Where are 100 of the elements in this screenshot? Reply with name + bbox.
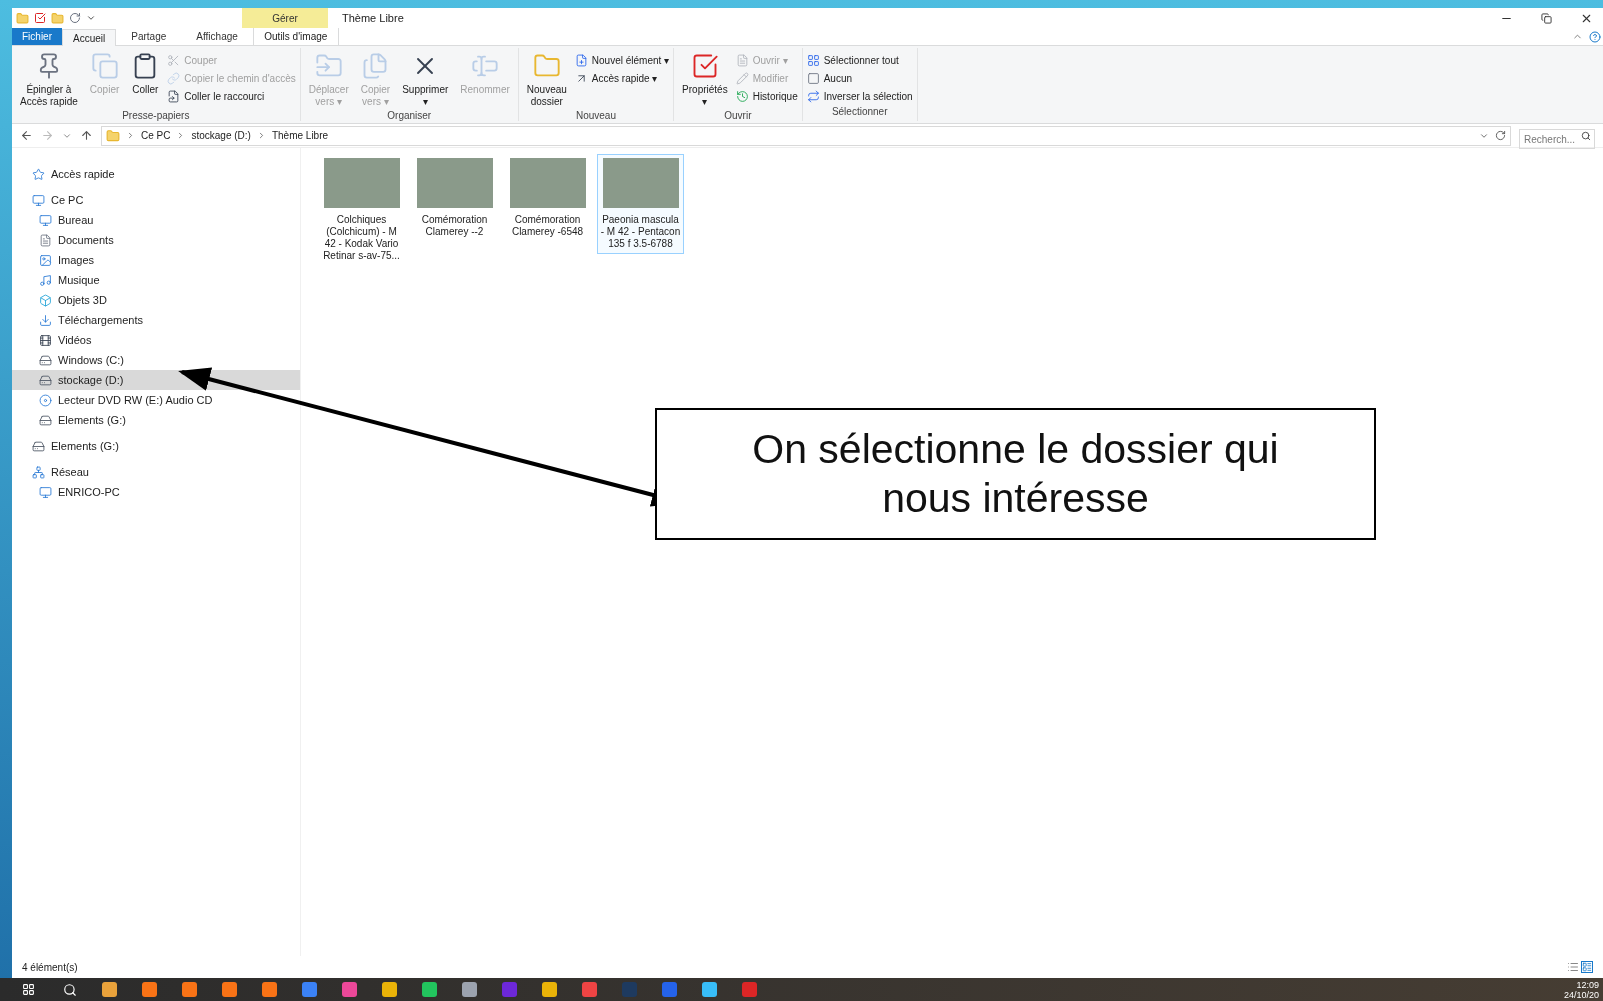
square-icon [806,71,820,85]
ribbon-tab[interactable]: Affichage [181,28,253,45]
disc-icon [39,393,52,407]
back-arrow-icon[interactable] [20,129,33,142]
ribbon-button[interactable]: Coller [127,52,164,96]
breadcrumb[interactable]: stockage (D:) [191,128,251,143]
app-icon[interactable] [502,982,517,997]
ribbon-tab[interactable]: Fichier [12,28,62,45]
clock-time: 12:09 [1576,979,1599,990]
restore-icon[interactable] [1541,12,1552,24]
file-item[interactable]: Paeonia mascula - M 42 - Pentacon 135 f 3.5-6788 [597,154,684,254]
navigation-item[interactable]: Vidéos [12,330,300,350]
app-icon[interactable] [462,982,477,997]
ribbon-tab[interactable]: Accueil [62,29,117,46]
clock-date: 24/10/20 [1563,989,1599,1000]
ribbon-button[interactable]: Nouvel élément ▾ [574,52,670,68]
ribbon-button[interactable]: Propriétés ▾ [678,52,732,108]
ribbon-button[interactable]: Aucun [806,70,913,86]
ribbon-button[interactable]: Inverser la sélection [806,88,913,104]
ribbon-button[interactable]: Accès rapide ▾ [574,70,670,86]
navigation-item[interactable]: Réseau [12,462,300,482]
drive-icon [32,439,45,453]
ribbon-tab[interactable]: Outils d'image [252,28,339,45]
ribbon-group-label: Ouvrir [724,109,752,123]
file-name: Paeonia mascula - M 42 - Pentacon 135 f 3.5-6788 [599,214,682,250]
details-view-icon[interactable] [1567,961,1579,973]
file-item[interactable]: Comémoration Clamerey --2 [411,154,498,242]
navigation-item[interactable]: Téléchargements [12,310,300,330]
breadcrumb[interactable]: Ce PC [141,128,171,143]
app-icon[interactable] [542,982,557,997]
scissors-icon [167,53,181,67]
navigation-item[interactable]: Objets 3D [12,290,300,310]
drive-icon [39,373,52,387]
ribbon-tab[interactable]: Partage [116,28,182,45]
address-bar[interactable]: Ce PC stockage (D:) Thème Libre [101,125,1511,146]
checkbox-icon[interactable] [34,12,46,24]
navigation-item[interactable]: ENRICO-PC [12,482,300,502]
app-icon[interactable] [662,982,677,997]
ribbon-button[interactable]: Épingler à Accès rapide [16,52,82,108]
caret-icon[interactable] [86,13,96,23]
status-text: 4 élément(s) [22,960,78,975]
folder-icon[interactable] [16,11,29,25]
download-arrow-icon [39,313,52,327]
search-icon[interactable] [63,982,77,997]
app-icon[interactable] [702,982,717,997]
folder-icon[interactable] [51,11,64,25]
forward-arrow-icon[interactable] [41,129,54,142]
music-note-icon [39,273,52,287]
shortcut-icon [167,89,181,103]
navigation-item[interactable]: Accès rapide [12,164,300,184]
repeat-icon [806,89,820,103]
star-icon [32,167,45,181]
ribbon-button[interactable]: Historique [735,88,798,104]
navigation-item[interactable]: Windows (C:) [12,350,300,370]
navigation-item[interactable]: Bureau [12,210,300,230]
navigation-item[interactable]: Lecteur DVD RW (E:) Audio CD [12,390,300,410]
app-icon[interactable] [422,982,437,997]
app-icon[interactable] [382,982,397,997]
file-name: Colchiques (Colchicum) - M 42 - Kodak Vario Retinar s-av-75... [322,214,401,262]
app-icon[interactable] [742,982,757,997]
search-field[interactable]: Recherch... [1519,129,1595,149]
app-icon[interactable] [222,982,237,997]
refresh-icon[interactable] [1495,130,1506,141]
ribbon-group-label: Presse-papiers [122,109,190,123]
ribbon-button[interactable]: Coller le raccourci [167,88,296,104]
ribbon-button[interactable]: Sélectionner tout [806,52,913,68]
help-icon[interactable] [1589,30,1601,43]
navigation-item[interactable]: Musique [12,270,300,290]
breadcrumb[interactable]: Thème Libre [271,128,329,143]
file-item[interactable]: Colchiques (Colchicum) - M 42 - Kodak Vario Retinar s-av-75... [318,154,405,266]
app-icon[interactable] [622,982,637,997]
navigation-item[interactable]: Elements (G:) [12,410,300,430]
ribbon-button[interactable]: Supprimer ▾ [398,52,453,108]
windows-icon[interactable] [22,983,35,996]
redo-icon[interactable] [69,12,81,24]
app-icon[interactable] [582,982,597,997]
thumbnail-view-icon[interactable] [1581,961,1593,973]
app-icon[interactable] [302,982,317,997]
navigation-item[interactable]: Ce PC [12,190,300,210]
file-plus-icon [574,53,588,67]
app-icon[interactable] [342,982,357,997]
navigation-item[interactable]: Elements (G:) [12,436,300,456]
annotation-callout: On sélectionne le dossier qui nous intéresse [655,408,1376,540]
navigation-item[interactable]: Documents [12,230,300,250]
file-name: Comémoration Clamerey -6548 [510,214,585,238]
ribbon-button[interactable]: Nouveau dossier [522,52,571,108]
copy-icon [90,52,119,80]
chevron-icon [126,131,135,140]
navigation-item[interactable]: Images [12,250,300,270]
app-icon[interactable] [102,982,117,997]
document-icon [39,233,52,247]
app-icon[interactable] [182,982,197,997]
monitor-icon [32,193,45,207]
ribbon-group-label: Organiser [387,109,432,123]
app-icon[interactable] [262,982,277,997]
up-arrow-icon[interactable] [80,129,93,142]
folder-icon [106,128,120,143]
navigation-item[interactable]: stockage (D:) [12,370,300,390]
file-item[interactable]: Comémoration Clamerey -6548 [504,154,591,242]
app-icon[interactable] [142,982,157,997]
